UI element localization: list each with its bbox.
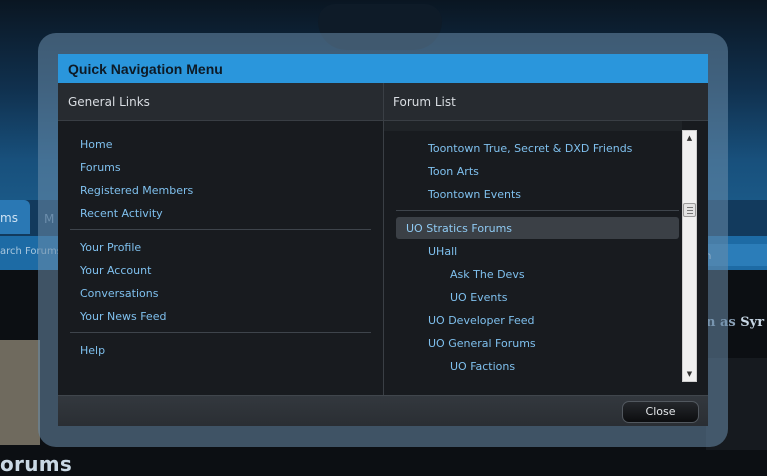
links-separator: [70, 332, 371, 333]
scrollbar-thumb[interactable]: [683, 203, 696, 217]
quick-navigation-modal: Quick Navigation Menu General Links Foru…: [58, 54, 708, 426]
general-links-header: General Links: [58, 83, 383, 120]
forum-list-scrollbar[interactable]: ▲ ▼: [682, 130, 697, 382]
forum-item-toon-arts[interactable]: Toon Arts: [428, 165, 479, 178]
link-your-news-feed[interactable]: Your News Feed: [80, 310, 166, 323]
link-your-account[interactable]: Your Account: [80, 264, 151, 277]
link-help[interactable]: Help: [80, 344, 105, 357]
modal-footer: Close: [58, 395, 708, 426]
background-tab-label: ms: [0, 211, 18, 225]
link-forums[interactable]: Forums: [80, 161, 121, 174]
link-registered-members[interactable]: Registered Members: [80, 184, 193, 197]
forum-item-uo-general-forums[interactable]: UO General Forums: [428, 337, 536, 350]
forum-separator: [396, 210, 679, 211]
close-button[interactable]: Close: [622, 401, 699, 423]
modal-title: Quick Navigation Menu: [58, 54, 708, 83]
link-home[interactable]: Home: [80, 138, 112, 151]
forum-item-uo-events[interactable]: UO Events: [450, 291, 507, 304]
forum-item-uo-factions[interactable]: UO Factions: [450, 360, 515, 373]
link-conversations[interactable]: Conversations: [80, 287, 158, 300]
forum-list-header: Forum List: [384, 83, 708, 120]
forum-category-label: UO Stratics Forums: [406, 222, 513, 235]
signin-username[interactable]: Syr: [740, 315, 764, 330]
link-your-profile[interactable]: Your Profile: [80, 241, 141, 254]
background-page-title: orums: [0, 452, 73, 476]
link-recent-activity[interactable]: Recent Activity: [80, 207, 163, 220]
forum-item-uo-developer-feed[interactable]: UO Developer Feed: [428, 314, 535, 327]
forum-list-heading: Forum List: [393, 95, 456, 109]
general-links-heading: General Links: [68, 95, 150, 109]
forum-item-ask-the-devs[interactable]: Ask The Devs: [450, 268, 525, 281]
forum-item-uhall[interactable]: UHall: [428, 245, 457, 258]
background-tab-forums[interactable]: ms: [0, 200, 30, 234]
forum-list-topline: [384, 121, 682, 131]
forum-list-panel: Toontown True, Secret & DXD Friends Toon…: [384, 121, 682, 394]
scroll-down-arrow-icon[interactable]: ▼: [683, 367, 696, 381]
forum-category-uo-stratics[interactable]: UO Stratics Forums: [396, 217, 679, 239]
scroll-up-arrow-icon[interactable]: ▲: [683, 131, 696, 145]
background-image: [0, 340, 40, 445]
forum-item-toontown-events[interactable]: Toontown Events: [428, 188, 521, 201]
forum-item-toontown-friends[interactable]: Toontown True, Secret & DXD Friends: [428, 142, 632, 155]
links-separator: [70, 229, 371, 230]
